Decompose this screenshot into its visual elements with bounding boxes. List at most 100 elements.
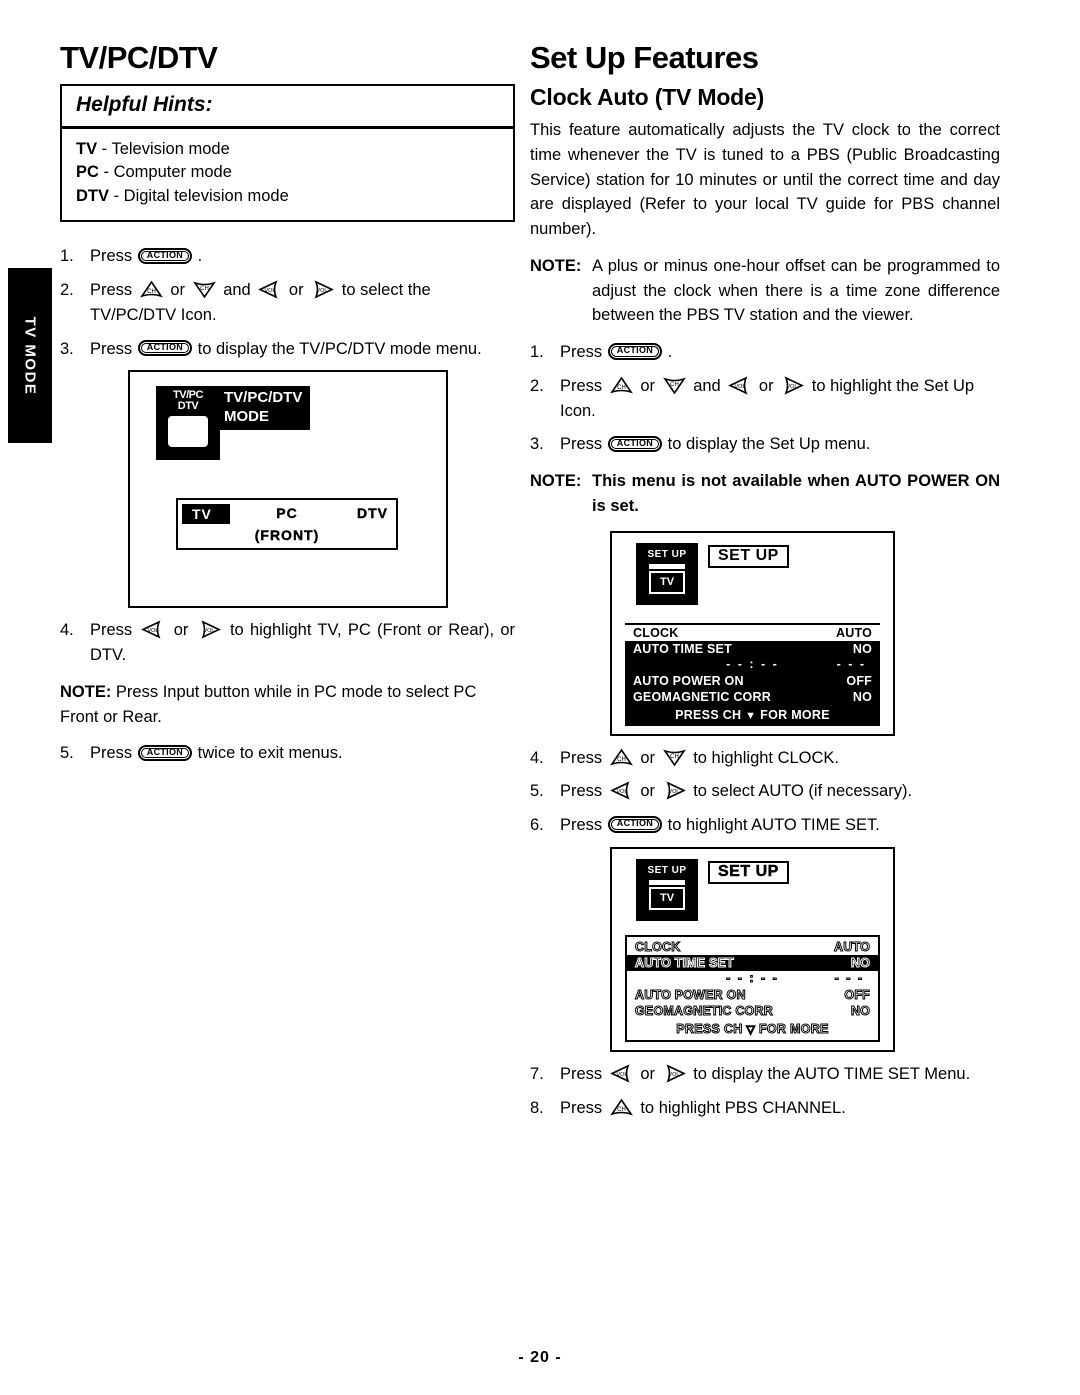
note-label: NOTE: bbox=[530, 256, 582, 275]
channel-up-key-icon[interactable]: CH bbox=[609, 748, 634, 767]
action-key-icon[interactable]: ACTION bbox=[137, 247, 193, 265]
step-text-post: to select AUTO (if necessary). bbox=[688, 782, 913, 801]
menu-day-value: - - - bbox=[834, 970, 864, 985]
setup-menu-panel: CLOCK AUTO AUTO TIME SET NO - - : - - - … bbox=[625, 934, 880, 1042]
step-number: 3. bbox=[530, 435, 544, 454]
step-text: Press VOL or VOL to highlight TV, PC (Fr… bbox=[90, 620, 516, 665]
volume-up-key-icon[interactable]: VOL bbox=[662, 781, 687, 800]
set-up-icon-bar bbox=[649, 563, 685, 569]
subsection-title-clock-auto: Clock Auto (TV Mode) bbox=[530, 84, 765, 110]
note-text: This menu is not available when AUTO POW… bbox=[592, 472, 1000, 515]
step-text-pre: Press bbox=[560, 1064, 607, 1083]
chevron-down-icon: ▼ bbox=[745, 709, 757, 722]
step-number: 5. bbox=[60, 744, 74, 763]
step-number: 8. bbox=[530, 1098, 544, 1117]
svg-text:VOL: VOL bbox=[148, 628, 159, 634]
step-number: 1. bbox=[530, 343, 544, 361]
svg-text:CH: CH bbox=[617, 757, 626, 763]
menu-row-auto-power-on[interactable]: AUTO POWER ON OFF bbox=[627, 987, 878, 1003]
mode-option-tv[interactable]: TV bbox=[182, 504, 230, 525]
menu-row-clock[interactable]: CLOCK AUTO bbox=[625, 624, 880, 641]
helpful-hints-heading: Helpful Hints: bbox=[62, 86, 513, 129]
step-text: Press ACTION to display the TV/PC/DTV mo… bbox=[90, 337, 515, 362]
setup-menu-illustration-2: SET UP TV SET UP CLOCK AUTO AUTO TIME SE… bbox=[610, 846, 895, 1052]
channel-up-key-icon[interactable]: CH bbox=[139, 280, 164, 299]
mode-option-dtv[interactable]: DTV bbox=[357, 505, 388, 521]
tv-pc-dtv-mode-menu-illustration: TV/PC DTV TV/PC/DTV MODE TV PC DTV (FRON… bbox=[128, 370, 448, 609]
svg-text:CH: CH bbox=[147, 289, 156, 295]
tv-screen-icon bbox=[168, 416, 208, 448]
mode-option-pc[interactable]: PC bbox=[276, 505, 297, 521]
volume-down-key-icon[interactable]: VOL bbox=[609, 781, 634, 800]
volume-up-key-icon[interactable]: VOL bbox=[310, 280, 335, 299]
menu-row-geomagnetic-corr[interactable]: GEOMAGNETIC CORR NO bbox=[627, 1003, 878, 1019]
mode-select-row: TV PC DTV bbox=[178, 500, 396, 526]
step-item: 3. Press ACTION to display the TV/PC/DTV… bbox=[60, 337, 515, 362]
menu-row-value: AUTO bbox=[836, 625, 872, 640]
step-number: 2. bbox=[60, 281, 74, 300]
step-text: Press ACTION . bbox=[560, 340, 1000, 365]
volume-up-key-icon[interactable]: VOL bbox=[780, 376, 805, 395]
channel-up-key-icon[interactable]: CH bbox=[609, 1098, 634, 1117]
channel-down-key-icon[interactable]: CH bbox=[662, 376, 687, 395]
hint-item: PC - Computer mode bbox=[76, 161, 499, 184]
set-up-icon: SET UP TV bbox=[636, 858, 698, 921]
svg-text:VOL: VOL bbox=[735, 384, 746, 390]
step-item: 4. Press VOL or VOL to highlight TV, PC … bbox=[60, 618, 515, 668]
svg-text:CH: CH bbox=[200, 286, 209, 292]
action-key-icon[interactable]: ACTION bbox=[137, 744, 193, 762]
page-title-tv-pc-dtv: TV/PC/DTV bbox=[60, 40, 218, 75]
step-text-pre: Press bbox=[90, 339, 137, 358]
step-item: 6. Press ACTION to highlight AUTO TIME S… bbox=[530, 813, 1000, 838]
helpful-hints-box: Helpful Hints: TV - Television mode PC -… bbox=[60, 84, 515, 223]
note-text: A plus or minus one-hour offset can be p… bbox=[592, 256, 1000, 325]
channel-down-key-icon[interactable]: CH bbox=[662, 748, 687, 767]
chevron-down-icon: ▽ bbox=[746, 1023, 756, 1036]
hint-term: PC bbox=[76, 163, 99, 182]
step-text-pre: Press bbox=[90, 744, 137, 763]
volume-up-key-icon[interactable]: VOL bbox=[197, 620, 222, 639]
svg-text:VOL: VOL bbox=[203, 628, 214, 634]
menu-row-clock[interactable]: CLOCK AUTO bbox=[627, 939, 878, 955]
menu-time-value: - - : - - bbox=[726, 656, 779, 671]
hint-term: TV bbox=[76, 140, 98, 158]
volume-down-key-icon[interactable]: VOL bbox=[140, 620, 165, 639]
menu-row-auto-time-set[interactable]: AUTO TIME SET NO bbox=[627, 954, 878, 971]
menu-row-auto-power-on[interactable]: AUTO POWER ON OFF bbox=[625, 673, 880, 689]
menu-row-value: NO bbox=[852, 641, 872, 656]
volume-down-key-icon[interactable]: VOL bbox=[727, 376, 752, 395]
menu-row-label: AUTO TIME SET bbox=[635, 955, 735, 970]
menu-footer-pre: PRESS CH bbox=[675, 707, 742, 722]
menu-row-geomagnetic-corr[interactable]: GEOMAGNETIC CORR NO bbox=[625, 689, 880, 705]
action-key-icon[interactable]: ACTION bbox=[607, 435, 663, 453]
menu-footer-pre: PRESS CH bbox=[676, 1021, 743, 1036]
step-text-pre: Press bbox=[90, 621, 139, 640]
volume-down-key-icon[interactable]: VOL bbox=[257, 280, 282, 299]
page-title-set-up-features: Set Up Features bbox=[530, 40, 759, 75]
step-number: 3. bbox=[60, 339, 74, 358]
step-number: 4. bbox=[530, 748, 544, 767]
channel-up-key-icon[interactable]: CH bbox=[609, 376, 634, 395]
volume-up-key-icon[interactable]: VOL bbox=[662, 1064, 687, 1083]
svg-text:VOL: VOL bbox=[787, 384, 798, 390]
action-key-icon[interactable]: ACTION bbox=[607, 816, 663, 833]
menu-row-time: - - : - - - - - bbox=[625, 657, 880, 673]
set-up-icon-tv-label: TV bbox=[649, 886, 685, 910]
step-text: Press ACTION . bbox=[90, 244, 515, 269]
intro-paragraph: This feature automatically adjusts the T… bbox=[530, 121, 1000, 238]
step-text-pre: Press bbox=[560, 435, 607, 454]
step-text: Press VOL or VOL to select AUTO (if nece… bbox=[560, 781, 913, 801]
step-text-pre: Press bbox=[90, 281, 137, 300]
menu-row-auto-time-set[interactable]: AUTO TIME SET NO bbox=[625, 641, 880, 657]
svg-text:VOL: VOL bbox=[616, 1072, 627, 1078]
action-key-icon[interactable]: ACTION bbox=[137, 339, 193, 357]
step-item: 3. Press ACTION to display the Set Up me… bbox=[530, 432, 1000, 457]
step-text: Press CH or CH and VOL or VOL to highlig… bbox=[560, 376, 975, 420]
svg-text:VOL: VOL bbox=[317, 288, 328, 294]
channel-down-key-icon[interactable]: CH bbox=[192, 280, 217, 299]
svg-text:VOL: VOL bbox=[616, 789, 627, 795]
volume-down-key-icon[interactable]: VOL bbox=[609, 1064, 634, 1083]
step-number: 2. bbox=[530, 376, 544, 395]
svg-text:CH: CH bbox=[670, 754, 679, 760]
action-key-icon[interactable]: ACTION bbox=[607, 343, 663, 360]
